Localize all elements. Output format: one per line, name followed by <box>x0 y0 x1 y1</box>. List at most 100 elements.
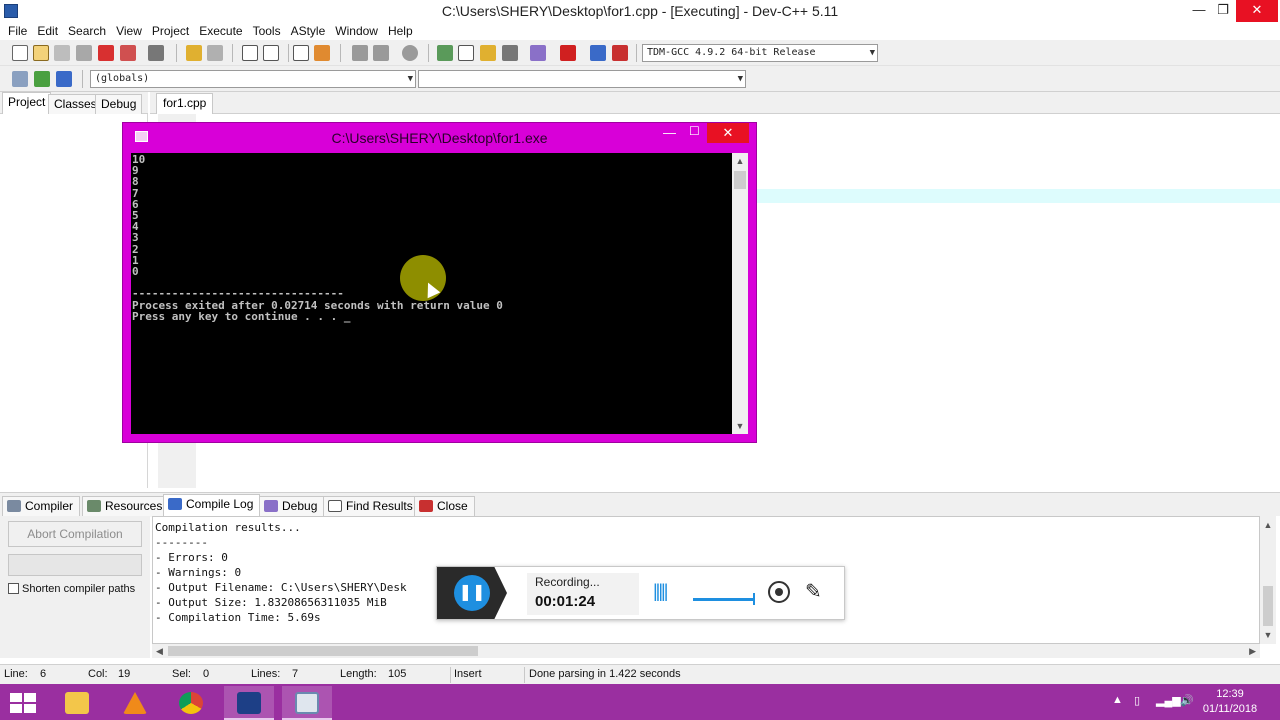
audio-level-icon[interactable]: ||||| <box>653 581 668 602</box>
restore-button[interactable]: ❐ <box>1208 0 1238 22</box>
windows-start-icon[interactable] <box>10 693 36 713</box>
function-select[interactable]: ▼ <box>418 70 746 88</box>
save-icon[interactable] <box>54 45 70 61</box>
delete-profile-icon[interactable] <box>612 45 628 61</box>
volume-slider-handle[interactable] <box>753 593 755 605</box>
console-scrollbar[interactable]: ▲ ▼ <box>732 153 748 434</box>
scope-select-value: (globals) <box>95 73 150 84</box>
webcam-icon[interactable] <box>768 581 790 603</box>
log-line: - Output Filename: C:\Users\SHERY\Desk <box>155 581 407 594</box>
goto-icon[interactable] <box>34 71 50 87</box>
taskbar-devcpp[interactable] <box>224 686 274 720</box>
tab-debug-output[interactable]: Debug <box>259 496 325 517</box>
tab-compiler[interactable]: Compiler <box>2 496 81 517</box>
tab-find-results[interactable]: Find Results <box>323 496 420 517</box>
menu-view[interactable]: View <box>111 22 147 40</box>
log-line: - Warnings: 0 <box>155 566 242 579</box>
show-hidden-icons[interactable]: ▲ <box>1112 694 1123 720</box>
scroll-down-icon[interactable]: ▼ <box>732 418 748 434</box>
scroll-up-icon[interactable]: ▲ <box>1260 520 1276 530</box>
console-title: C:\Users\SHERY\Desktop\for1.exe <box>331 130 548 146</box>
menu-astyle[interactable]: AStyle <box>286 22 331 40</box>
menu-edit[interactable]: Edit <box>32 22 63 40</box>
window-icon[interactable] <box>458 45 474 61</box>
menu-help[interactable]: Help <box>383 22 418 40</box>
menu-search[interactable]: Search <box>63 22 111 40</box>
scroll-right-icon[interactable]: ▶ <box>1249 644 1256 658</box>
window-titlebar: C:\Users\SHERY\Desktop\for1.cpp - [Execu… <box>0 0 1280 22</box>
new-file-icon[interactable] <box>12 45 28 61</box>
console-close-button[interactable]: ✕ <box>707 123 749 143</box>
log-horizontal-scrollbar[interactable]: ◀ ▶ <box>152 644 1260 658</box>
scope-select[interactable]: (globals) ▼ <box>90 70 416 88</box>
status-line-value: 6 <box>40 668 47 680</box>
taskbar-console[interactable] <box>282 686 332 720</box>
open-file-icon[interactable] <box>33 45 49 61</box>
taskbar-file-explorer[interactable] <box>52 686 102 720</box>
scroll-thumb[interactable] <box>734 171 746 189</box>
taskbar-clock[interactable]: 12:39 01/11/2018 <box>1200 687 1260 717</box>
insert-icon[interactable] <box>12 71 28 87</box>
speaker-icon[interactable]: 🔊 <box>1180 694 1194 720</box>
pen-draw-icon[interactable]: ✎ <box>805 579 822 604</box>
grid-icon[interactable] <box>502 45 518 61</box>
shorten-paths-checkbox[interactable] <box>8 583 19 594</box>
scroll-down-icon[interactable]: ▼ <box>1260 630 1276 640</box>
stop-execution-icon[interactable] <box>560 45 576 61</box>
status-lines-label: Lines: <box>251 668 281 680</box>
log-line: Compilation results... <box>155 521 301 534</box>
replace-icon[interactable] <box>263 45 279 61</box>
indent-right-icon[interactable] <box>373 45 389 61</box>
console-titlebar[interactable]: C:\Users\SHERY\Desktop\for1.exe — ☐ ✕ <box>123 123 756 153</box>
menu-project[interactable]: Project <box>147 22 194 40</box>
save-all-icon[interactable] <box>76 45 92 61</box>
log-vertical-scrollbar[interactable]: ▲ ▼ <box>1260 516 1276 644</box>
goto-line-icon[interactable] <box>293 45 309 61</box>
indent-left-icon[interactable] <box>352 45 368 61</box>
battery-icon[interactable]: ▯ <box>1134 694 1140 720</box>
find-icon[interactable] <box>242 45 258 61</box>
pause-button[interactable]: ❚❚ <box>454 575 490 611</box>
check-syntax-icon[interactable] <box>530 45 546 61</box>
menu-tools[interactable]: Tools <box>248 22 286 40</box>
menu-execute[interactable]: Execute <box>194 22 247 40</box>
toggle-comment-icon[interactable] <box>402 45 418 61</box>
compile-controls: Abort Compilation Shorten compiler paths <box>0 516 150 658</box>
log-line: - Output Size: 1.83208656311035 MiB <box>155 596 387 609</box>
close-button[interactable]: ✕ <box>1236 0 1278 22</box>
shorten-paths-label: Shorten compiler paths <box>22 583 136 595</box>
scroll-left-icon[interactable]: ◀ <box>156 644 163 658</box>
close-file-icon[interactable] <box>98 45 114 61</box>
network-signal-icon[interactable]: ▂▄▆ <box>1156 694 1181 720</box>
taskbar-chrome[interactable] <box>166 686 216 720</box>
profile-icon[interactable] <box>590 45 606 61</box>
volume-slider[interactable] <box>693 598 755 601</box>
taskbar-vlc[interactable] <box>110 686 160 720</box>
project-options-icon[interactable] <box>480 45 496 61</box>
console-maximize-icon[interactable]: ☐ <box>689 124 700 138</box>
print-icon[interactable] <box>148 45 164 61</box>
redo-icon[interactable] <box>207 45 223 61</box>
log-line: -------- <box>155 536 208 549</box>
scroll-up-icon[interactable]: ▲ <box>732 153 748 169</box>
menu-window[interactable]: Window <box>330 22 383 40</box>
abort-compilation-button[interactable]: Abort Compilation <box>8 521 142 547</box>
tab-compile-log[interactable]: Compile Log <box>163 494 261 517</box>
menu-file[interactable]: File <box>3 22 32 40</box>
new-project-icon[interactable] <box>437 45 453 61</box>
bookmark-toggle-icon[interactable] <box>56 71 72 87</box>
recording-time: 00:01:24 <box>535 593 596 610</box>
tab-resources[interactable]: Resources <box>82 496 170 517</box>
tab-close[interactable]: Close <box>414 496 475 517</box>
bookmark-icon[interactable] <box>314 45 330 61</box>
undo-icon[interactable] <box>186 45 202 61</box>
shorten-paths-option[interactable]: Shorten compiler paths <box>8 582 135 596</box>
scroll-thumb[interactable] <box>168 646 478 656</box>
tab-debug[interactable]: Debug <box>95 94 143 114</box>
scroll-thumb[interactable] <box>1263 586 1273 626</box>
tab-project[interactable]: Project <box>2 92 52 114</box>
tab-for1-cpp[interactable]: for1.cpp <box>156 93 214 114</box>
compiler-select[interactable]: TDM-GCC 4.9.2 64-bit Release ▼ <box>642 44 878 62</box>
close-all-icon[interactable] <box>120 45 136 61</box>
console-minimize-icon[interactable]: — <box>663 125 676 140</box>
